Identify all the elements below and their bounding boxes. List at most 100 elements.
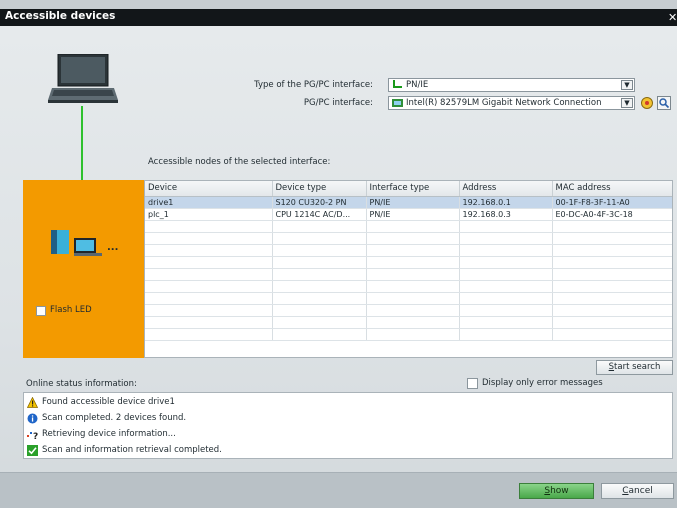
cell xyxy=(272,304,367,317)
empty-row xyxy=(145,304,672,317)
status-message-list: Found accessible device drive1 Scan comp… xyxy=(23,392,673,459)
status-text: Scan completed. 2 devices found. xyxy=(42,413,187,423)
col-address[interactable]: Address xyxy=(459,181,553,197)
cell xyxy=(552,232,672,245)
list-item: Scan and information retrieval completed… xyxy=(24,443,672,458)
cell xyxy=(145,256,273,269)
show-label: how xyxy=(550,486,569,496)
start-search-label: tart search xyxy=(614,362,661,372)
errors-only-label: Display only error messages xyxy=(482,378,603,388)
pgpc-interface-value: Intel(R) 82579LM Gigabit Network Connect… xyxy=(406,98,602,108)
table-row[interactable]: plc_1 CPU 1214C AC/D... PN/IE 192.168.0.… xyxy=(145,208,672,221)
cell xyxy=(366,268,460,281)
cell: 192.168.0.1 xyxy=(459,196,553,209)
interface-type-value: PN/IE xyxy=(406,80,429,90)
check-icon xyxy=(27,445,38,456)
cell xyxy=(459,280,553,293)
cell xyxy=(145,292,273,305)
cell xyxy=(272,316,367,329)
cell xyxy=(272,220,367,233)
cell xyxy=(552,280,672,293)
empty-row xyxy=(145,328,672,341)
svg-text:?: ? xyxy=(33,432,38,440)
status-text: Found accessible device drive1 xyxy=(42,397,175,407)
cell xyxy=(272,292,367,305)
cell xyxy=(366,232,460,245)
cell xyxy=(459,292,553,305)
cell xyxy=(459,268,553,281)
table-row[interactable]: drive1 S120 CU320-2 PN PN/IE 192.168.0.1… xyxy=(145,196,672,209)
show-button[interactable]: Show xyxy=(519,483,594,499)
empty-row xyxy=(145,316,672,329)
cell xyxy=(552,220,672,233)
cell xyxy=(366,316,460,329)
cell xyxy=(366,220,460,233)
cell xyxy=(552,304,672,317)
cell xyxy=(459,328,553,341)
status-text: Retrieving device information... xyxy=(42,429,176,439)
cell xyxy=(145,316,273,329)
start-search-button[interactable]: Start search xyxy=(596,360,673,375)
cell: PN/IE xyxy=(366,208,460,221)
col-device-type[interactable]: Device type xyxy=(272,181,367,197)
flash-led-checkbox[interactable] xyxy=(36,306,46,316)
cell xyxy=(366,244,460,257)
close-icon[interactable]: ✕ xyxy=(668,9,677,26)
col-device[interactable]: Device xyxy=(145,181,273,197)
accessible-nodes-table: Device Device type Interface type Addres… xyxy=(144,180,673,358)
cell xyxy=(145,220,273,233)
target-device-panel: ... xyxy=(23,180,144,358)
flash-led-label: Flash LED xyxy=(50,305,92,315)
pgpc-interface-label: PG/PC interface: xyxy=(303,98,373,108)
cancel-button[interactable]: Cancel xyxy=(601,483,674,499)
cell: plc_1 xyxy=(145,208,273,221)
cell: CPU 1214C AC/D... xyxy=(272,208,367,221)
table-header-row: Device Device type Interface type Addres… xyxy=(145,181,672,197)
interface-type-select[interactable]: PN/IE ▼ xyxy=(388,78,635,92)
dialog-title: Accessible devices xyxy=(5,10,116,22)
cell xyxy=(552,292,672,305)
pgpc-interface-select[interactable]: Intel(R) 82579LM Gigabit Network Connect… xyxy=(388,96,635,110)
list-item: ? Retrieving device information... xyxy=(24,427,672,442)
empty-row xyxy=(145,232,672,245)
pgpc-laptop-icon xyxy=(48,54,118,103)
accessible-devices-dialog: Accessible devices ✕ Type of the PG/PC i… xyxy=(0,0,677,508)
network-card-icon xyxy=(392,99,403,107)
cell: E0-DC-A0-4F-3C-18 xyxy=(552,208,672,221)
cell xyxy=(366,280,460,293)
cancel-label: ancel xyxy=(628,486,653,496)
cell xyxy=(459,244,553,257)
cell xyxy=(366,304,460,317)
empty-row xyxy=(145,280,672,293)
cell xyxy=(459,316,553,329)
connection-properties-icon[interactable] xyxy=(640,96,654,110)
chevron-down-icon[interactable]: ▼ xyxy=(621,80,633,90)
pnie-icon xyxy=(393,80,402,88)
cell xyxy=(272,280,367,293)
info-icon xyxy=(27,413,38,424)
cell xyxy=(552,328,672,341)
col-mac-address[interactable]: MAC address xyxy=(552,181,672,197)
cell: S120 CU320-2 PN xyxy=(272,196,367,209)
cell xyxy=(552,256,672,269)
chevron-down-icon[interactable]: ▼ xyxy=(621,98,633,108)
empty-row xyxy=(145,220,672,233)
cell xyxy=(272,256,367,269)
more-indicator: ... xyxy=(107,242,119,253)
cell xyxy=(366,256,460,269)
search-icon[interactable] xyxy=(657,96,671,110)
cell xyxy=(552,316,672,329)
cell xyxy=(459,220,553,233)
interface-type-label: Type of the PG/PC interface: xyxy=(254,80,373,90)
warning-icon xyxy=(27,397,38,408)
col-interface-type[interactable]: Interface type xyxy=(366,181,460,197)
cell: 192.168.0.3 xyxy=(459,208,553,221)
cell xyxy=(145,244,273,257)
cell xyxy=(366,328,460,341)
status-text: Scan and information retrieval completed… xyxy=(42,445,222,455)
cell xyxy=(272,328,367,341)
errors-only-checkbox[interactable] xyxy=(467,378,478,389)
cell xyxy=(145,280,273,293)
empty-row xyxy=(145,244,672,257)
cell: PN/IE xyxy=(366,196,460,209)
